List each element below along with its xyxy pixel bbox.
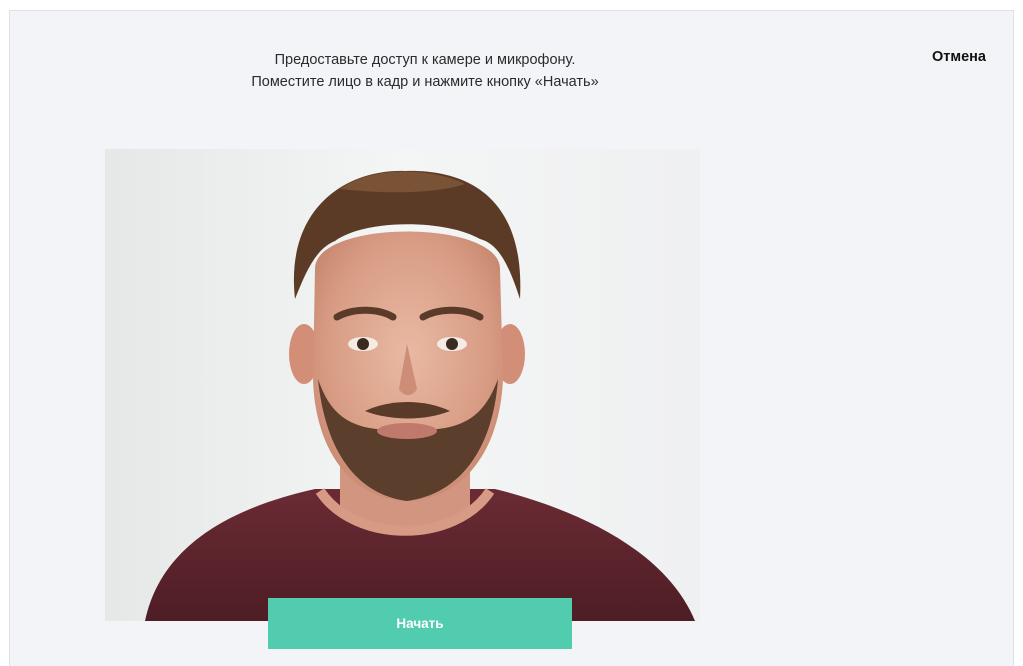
camera-permission-panel: Предоставьте доступ к камере и микрофону… [9, 10, 1014, 666]
instruction-line-2: Поместите лицо в кадр и нажмите кнопку «… [251, 74, 599, 90]
cancel-button[interactable]: Отмена [932, 49, 986, 65]
start-button[interactable]: Начать [268, 598, 572, 649]
instruction-line-1: Предоставьте доступ к камере и микрофону… [274, 52, 576, 68]
camera-preview [105, 149, 700, 621]
person-face-image [105, 149, 700, 621]
instructions: Предоставьте доступ к камере и микрофону… [10, 49, 840, 93]
